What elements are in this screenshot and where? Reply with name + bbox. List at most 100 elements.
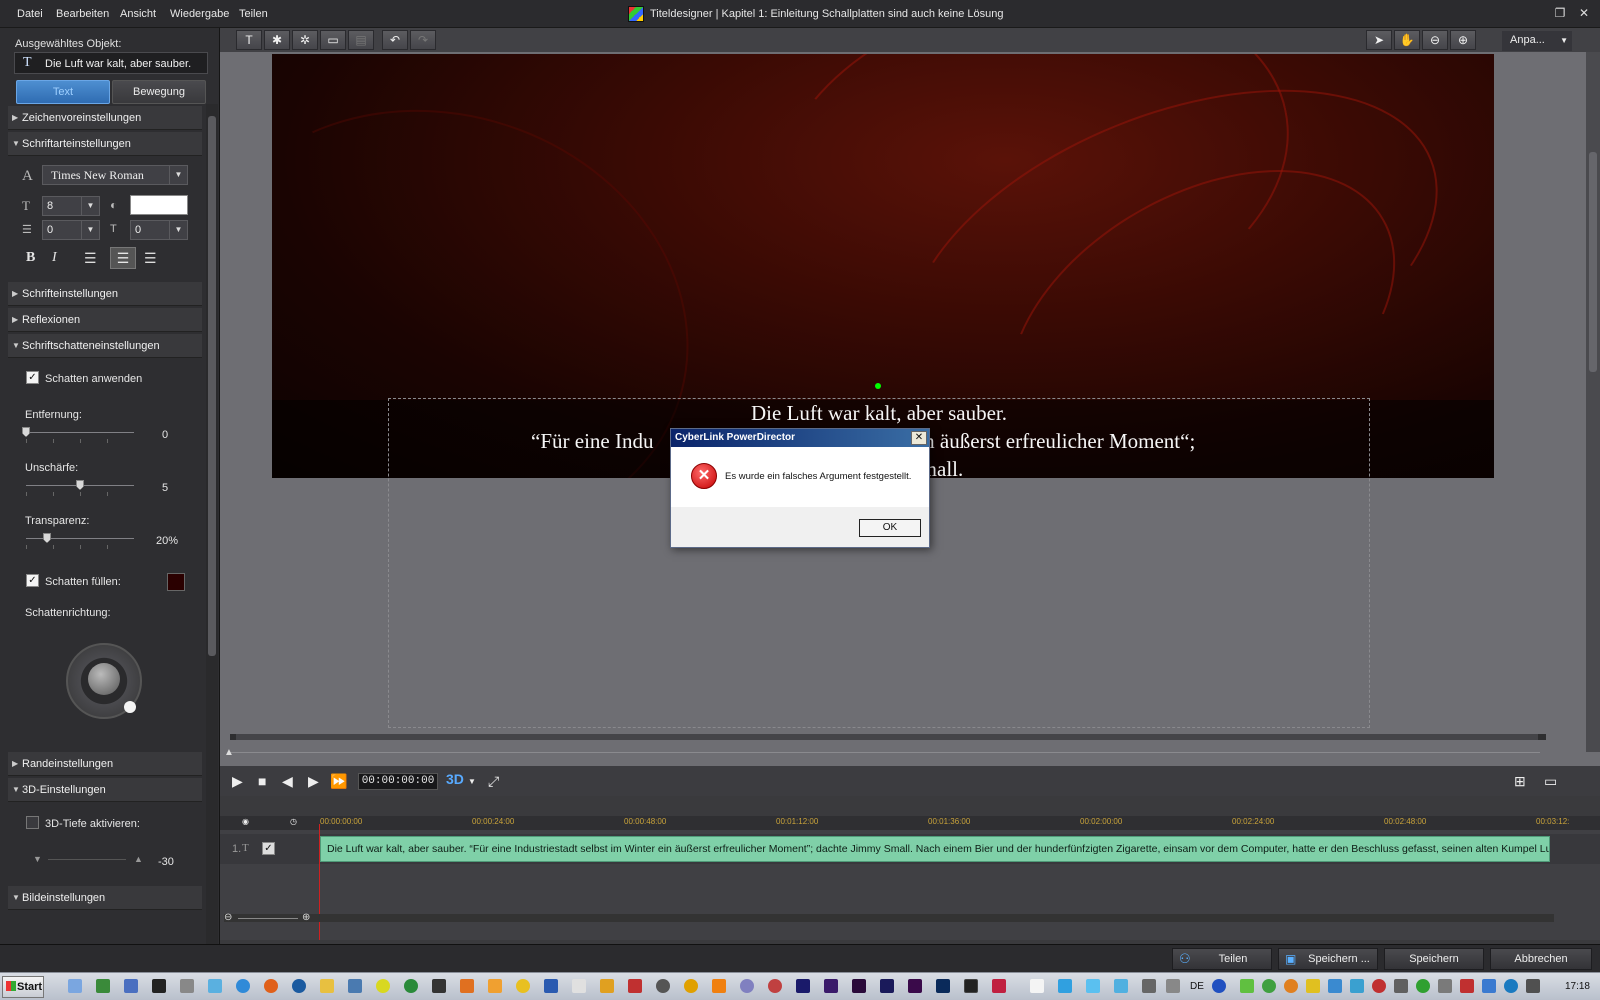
select-tool-icon[interactable]: ➤ — [1366, 30, 1392, 50]
save-as-button[interactable]: ▣ Speichern ... — [1278, 948, 1378, 970]
taskbar-app-icon[interactable] — [824, 979, 838, 993]
next-frame-icon[interactable]: ▶ — [308, 773, 319, 790]
insert-text-button[interactable]: T — [236, 30, 262, 50]
tab-text[interactable]: Text — [16, 80, 110, 104]
taskbar-app-icon[interactable] — [1030, 979, 1044, 993]
taskbar-clock[interactable]: 17:18 — [1565, 981, 1590, 992]
taskbar-app-icon[interactable] — [992, 979, 1006, 993]
taskbar-app-icon[interactable] — [96, 979, 110, 993]
taskbar-app-icon[interactable] — [656, 979, 670, 993]
bold-button[interactable]: B — [26, 250, 35, 266]
fullscreen-icon[interactable]: ⤢ — [488, 773, 499, 790]
menu-datei[interactable]: Datei — [17, 8, 43, 20]
layout-icon[interactable]: ⊞ — [1514, 773, 1526, 790]
insert-effect-button[interactable]: ✲ — [292, 30, 318, 50]
taskbar-app-icon[interactable] — [376, 979, 390, 993]
tray-icon[interactable] — [1372, 979, 1386, 993]
taskbar-app-icon[interactable] — [124, 979, 138, 993]
taskbar-app-icon[interactable] — [852, 979, 866, 993]
text-clip[interactable]: Die Luft war kalt, aber sauber. “Für ein… — [320, 836, 1550, 862]
ok-button[interactable]: OK — [859, 519, 921, 537]
cancel-button[interactable]: Abbrechen — [1490, 948, 1592, 970]
timecode-display[interactable]: 00:00:00:00 — [358, 773, 438, 790]
vertical-scrollbar-thumb[interactable] — [1589, 152, 1597, 372]
tray-icon[interactable] — [1262, 979, 1276, 993]
save-button[interactable]: Speichern — [1384, 948, 1484, 970]
tray-icon[interactable] — [1328, 979, 1342, 993]
decrease-icon[interactable]: ▼ — [33, 854, 42, 864]
taskbar-app-icon[interactable] — [600, 979, 614, 993]
tray-icon[interactable] — [1306, 979, 1320, 993]
dialog-close-button[interactable]: ✕ — [911, 431, 927, 445]
prev-frame-icon[interactable]: ◀ — [282, 773, 293, 790]
3d-depth-slider[interactable] — [48, 859, 126, 860]
share-button[interactable]: ⚇ Teilen — [1172, 948, 1272, 970]
align-right-icon[interactable]: ☰ — [144, 250, 157, 267]
tray-icon[interactable] — [1350, 979, 1364, 993]
tab-bewegung[interactable]: Bewegung — [112, 80, 206, 104]
3d-mode-button[interactable]: 3D — [446, 771, 464, 787]
taskbar-app-icon[interactable] — [68, 979, 82, 993]
tray-icon[interactable] — [1394, 979, 1408, 993]
taskbar-app-icon[interactable] — [516, 979, 530, 993]
track-enable-checkbox[interactable]: ✓ — [262, 842, 275, 855]
taskbar-app-icon[interactable] — [180, 979, 194, 993]
section-schriftarteinstellungen[interactable]: ▼ Schriftarteinstellungen — [8, 132, 202, 156]
taskbar-app-icon[interactable] — [236, 979, 250, 993]
language-indicator[interactable]: DE — [1190, 981, 1204, 992]
line-spacing-dropdown[interactable]: 0 ▼ — [42, 220, 100, 240]
zoom-out-icon[interactable]: ⊖ — [1422, 30, 1448, 50]
snap-icon[interactable]: ◉ — [242, 817, 249, 826]
section-randeinstellungen[interactable]: ▶ Randeinstellungen — [8, 752, 202, 776]
menu-ansicht[interactable]: Ansicht — [120, 8, 156, 20]
apply-shadow-checkbox[interactable]: ✓ — [26, 371, 39, 384]
section-reflexionen[interactable]: ▶ Reflexionen — [8, 308, 202, 332]
taskbar-app-icon[interactable] — [460, 979, 474, 993]
align-center-icon[interactable]: ☰ — [110, 247, 136, 269]
taskbar-app-icon[interactable] — [544, 979, 558, 993]
font-color-swatch[interactable] — [130, 195, 188, 215]
taskbar-app-icon[interactable] — [684, 979, 698, 993]
zoom-out-icon[interactable]: ⊖ — [224, 912, 232, 923]
section-zeichenvoreinstellungen[interactable]: ▶ Zeichenvoreinstellungen — [8, 106, 202, 130]
panel-scrollbar-thumb[interactable] — [208, 116, 216, 656]
section-bildeinstellungen[interactable]: ▼ Bildeinstellungen — [8, 886, 202, 910]
timeline-scrollbar[interactable] — [224, 914, 1554, 922]
taskbar-app-icon[interactable] — [1166, 979, 1180, 993]
taskbar-app-icon[interactable] — [572, 979, 586, 993]
tray-icon[interactable] — [1504, 979, 1518, 993]
taskbar-app-icon[interactable] — [880, 979, 894, 993]
tray-icon[interactable] — [1460, 979, 1474, 993]
volume-icon[interactable] — [1526, 979, 1540, 993]
font-size-dropdown[interactable]: 8 ▼ — [42, 196, 100, 216]
taskbar-app-icon[interactable] — [208, 979, 222, 993]
timeline-ruler[interactable]: ◉ ◷ 00:00:00:00 00:00:24:00 00:00:48:00 … — [220, 816, 1600, 830]
taskbar-app-icon[interactable] — [768, 979, 782, 993]
section-schriftschatten[interactable]: ▼ Schriftschatteneinstellungen — [8, 334, 202, 358]
tray-icon[interactable] — [1438, 979, 1452, 993]
taskbar-app-icon[interactable] — [1058, 979, 1072, 993]
taskbar-app-icon[interactable] — [628, 979, 642, 993]
section-3d-einstellungen[interactable]: ▼ 3D-Einstellungen — [8, 778, 202, 802]
zoom-in-icon[interactable]: ⊕ — [1450, 30, 1476, 50]
tray-icon[interactable] — [1240, 979, 1254, 993]
taskbar-app-icon[interactable] — [320, 979, 334, 993]
hand-tool-icon[interactable]: ✋ — [1394, 30, 1420, 50]
taskbar-app-icon[interactable] — [908, 979, 922, 993]
menu-bearbeiten[interactable]: Bearbeiten — [56, 8, 109, 20]
start-button[interactable]: Start — [2, 976, 44, 998]
horizontal-scrollbar-thumb[interactable] — [236, 734, 1538, 740]
restore-icon[interactable]: ❐ — [1551, 6, 1569, 20]
scrub-bar[interactable] — [230, 752, 1540, 753]
taskbar-app-icon[interactable] — [740, 979, 754, 993]
zoom-in-icon[interactable]: ⊕ — [302, 912, 310, 923]
menu-wiedergabe[interactable]: Wiedergabe — [170, 8, 229, 20]
stop-icon[interactable]: ■ — [258, 773, 266, 789]
canvas-vertical-scrollbar[interactable] — [1586, 52, 1600, 752]
taskbar-app-icon[interactable] — [432, 979, 446, 993]
tray-icon[interactable] — [1284, 979, 1298, 993]
font-family-dropdown[interactable]: Times New Roman ▼ — [42, 165, 188, 185]
play-icon[interactable]: ▶ — [232, 773, 243, 790]
display-icon[interactable]: ▭ — [1544, 773, 1557, 790]
fast-forward-icon[interactable]: ⏩ — [330, 773, 347, 790]
